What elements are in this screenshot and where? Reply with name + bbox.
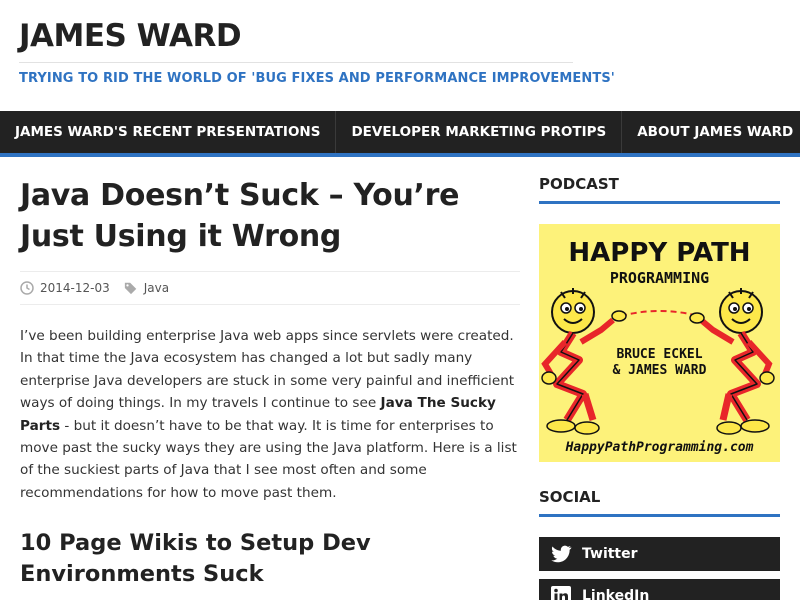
- post-meta: 2014-12-03 Java: [20, 271, 520, 305]
- linkedin-label: LinkedIn: [582, 588, 650, 600]
- twitter-icon: [551, 545, 572, 563]
- social-widget-title: SOCIAL: [539, 488, 780, 517]
- site-header: JAMES WARD TRYING TO RID THE WORLD OF 'B…: [0, 0, 800, 111]
- podcast-title-line2: PROGRAMMING: [610, 269, 709, 287]
- nav-item-about[interactable]: ABOUT JAMES WARD: [622, 111, 800, 153]
- podcast-artwork: HAPPY PATH PROGRAMMING BRUCE ECKEL & JAM…: [541, 238, 775, 455]
- post-content: Java Doesn’t Suck – You’re Just Using it…: [20, 175, 520, 590]
- social-links: Twitter LinkedIn: [539, 537, 780, 600]
- post-date-link[interactable]: 2014-12-03: [40, 281, 110, 295]
- clock-icon: [20, 281, 34, 295]
- podcast-hosts-line1: BRUCE ECKEL: [616, 347, 702, 362]
- post-body-text-2: - but it doesn’t have to be that way. It…: [20, 417, 517, 501]
- podcast-image[interactable]: HAPPY PATH PROGRAMMING BRUCE ECKEL & JAM…: [539, 224, 780, 462]
- twitter-label: Twitter: [582, 546, 638, 562]
- podcast-widget-title: PODCAST: [539, 175, 780, 204]
- post-date: 2014-12-03: [20, 281, 110, 295]
- podcast-url: HappyPathProgramming.com: [565, 440, 754, 455]
- post-title: Java Doesn’t Suck – You’re Just Using it…: [20, 178, 460, 254]
- podcast-title-line1: HAPPY PATH: [568, 238, 750, 268]
- nav-item-marketing-protips[interactable]: DEVELOPER MARKETING PROTIPS: [336, 111, 623, 153]
- post-intro-paragraph: I’ve been building enterprise Java web a…: [20, 325, 520, 504]
- site-description: TRYING TO RID THE WORLD OF 'BUG FIXES AN…: [19, 71, 615, 86]
- main-navigation: JAMES WARD'S RECENT PRESENTATIONS DEVELO…: [0, 111, 800, 157]
- sidebar: PODCAST HAPPY PATH PROGRAMMING BRUCE ECK…: [539, 175, 780, 600]
- section-heading: 10 Page Wikis to Setup Dev Environments …: [20, 530, 371, 588]
- left-mascot-icon: [541, 288, 627, 435]
- post-category: Java: [124, 281, 169, 295]
- podcast-hosts-line2: & JAMES WARD: [613, 363, 707, 378]
- linkedin-icon: [551, 586, 571, 600]
- nav-item-presentations[interactable]: JAMES WARD'S RECENT PRESENTATIONS: [0, 111, 337, 153]
- site-title[interactable]: JAMES WARD: [19, 18, 242, 54]
- tag-icon: [124, 282, 136, 295]
- title-divider: [19, 62, 573, 63]
- post-category-link[interactable]: Java: [144, 281, 169, 295]
- twitter-link-button[interactable]: Twitter: [539, 537, 780, 571]
- dashed-path-line: [620, 310, 700, 317]
- linkedin-link-button[interactable]: LinkedIn: [539, 579, 780, 600]
- right-mascot-icon: [689, 288, 775, 435]
